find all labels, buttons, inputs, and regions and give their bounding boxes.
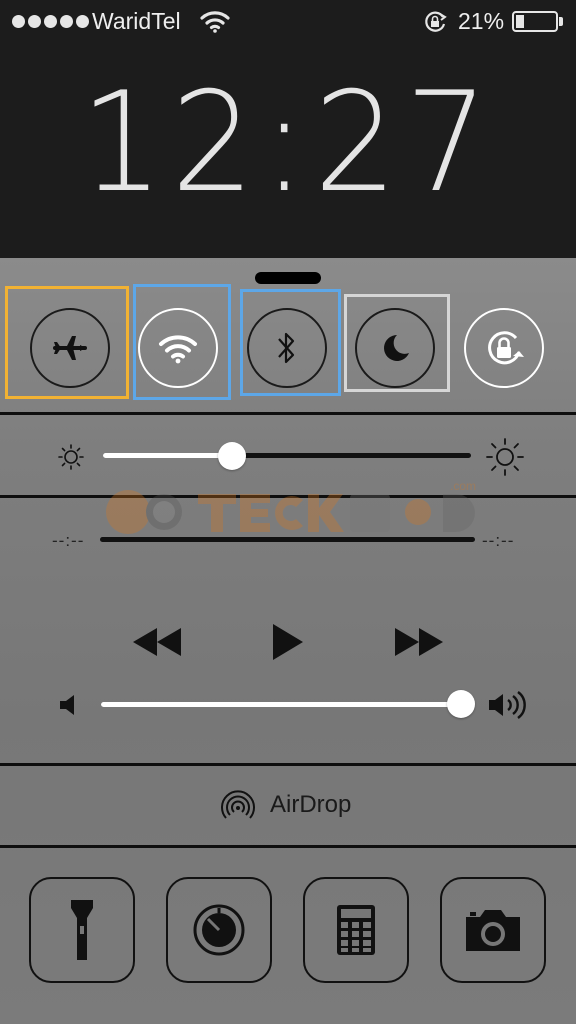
control-center-grabber[interactable] xyxy=(255,272,321,284)
battery-icon xyxy=(512,11,558,32)
elapsed-time: --:-- xyxy=(52,531,85,550)
svg-text:.com: .com xyxy=(450,480,476,493)
timer-button[interactable] xyxy=(166,877,272,983)
moon-icon xyxy=(384,335,409,361)
carrier-name: WaridTel xyxy=(92,8,181,34)
brightness-high-icon xyxy=(486,438,524,476)
remaining-time: --:-- xyxy=(482,531,515,550)
brightness-fill xyxy=(103,453,232,458)
timer-icon xyxy=(193,904,245,956)
brightness-low-icon xyxy=(58,444,84,470)
camera-icon xyxy=(466,910,520,951)
calculator-icon xyxy=(337,905,375,955)
divider xyxy=(0,845,576,848)
lock-screen: WaridTel 21% 12:27 xyxy=(0,0,576,258)
signal-strength-icon xyxy=(12,15,89,28)
flashlight-button[interactable] xyxy=(29,877,135,983)
flashlight-icon xyxy=(71,900,93,960)
calculator-button[interactable] xyxy=(303,877,409,983)
watermark-logo: .com xyxy=(106,480,476,534)
brightness-slider-knob[interactable] xyxy=(217,442,246,470)
airplane-mode-toggle[interactable] xyxy=(30,308,110,388)
airplane-icon xyxy=(53,336,87,360)
battery-percentage: 21% xyxy=(458,8,505,34)
airdrop-label: AirDrop xyxy=(270,791,352,818)
lock-screen-clock: 12:27 xyxy=(80,62,496,223)
rewind-icon[interactable] xyxy=(131,626,183,658)
play-icon[interactable] xyxy=(271,622,305,662)
volume-fill xyxy=(101,702,461,707)
bluetooth-toggle[interactable] xyxy=(247,308,327,388)
battery-nub xyxy=(559,17,563,26)
divider xyxy=(0,412,576,415)
rotation-lock-icon xyxy=(488,331,524,365)
volume-high-icon xyxy=(489,691,526,719)
do-not-disturb-toggle[interactable] xyxy=(355,308,435,388)
volume-low-icon xyxy=(60,695,74,715)
bluetooth-icon xyxy=(278,332,295,364)
status-bar: WaridTel 21% xyxy=(0,0,576,44)
track-scrubber[interactable] xyxy=(100,537,475,542)
wifi-icon xyxy=(159,335,197,364)
fast-forward-icon[interactable] xyxy=(393,626,445,658)
airdrop-icon xyxy=(221,790,255,819)
wifi-status-icon xyxy=(200,9,230,33)
rotation-lock-toggle[interactable] xyxy=(464,308,544,388)
rotation-lock-status-icon xyxy=(422,9,448,35)
wifi-toggle[interactable] xyxy=(138,308,218,388)
volume-slider-knob[interactable] xyxy=(447,690,475,718)
camera-button[interactable] xyxy=(440,877,546,983)
control-center: .com --:-- --:-- AirDrop xyxy=(0,258,576,1024)
